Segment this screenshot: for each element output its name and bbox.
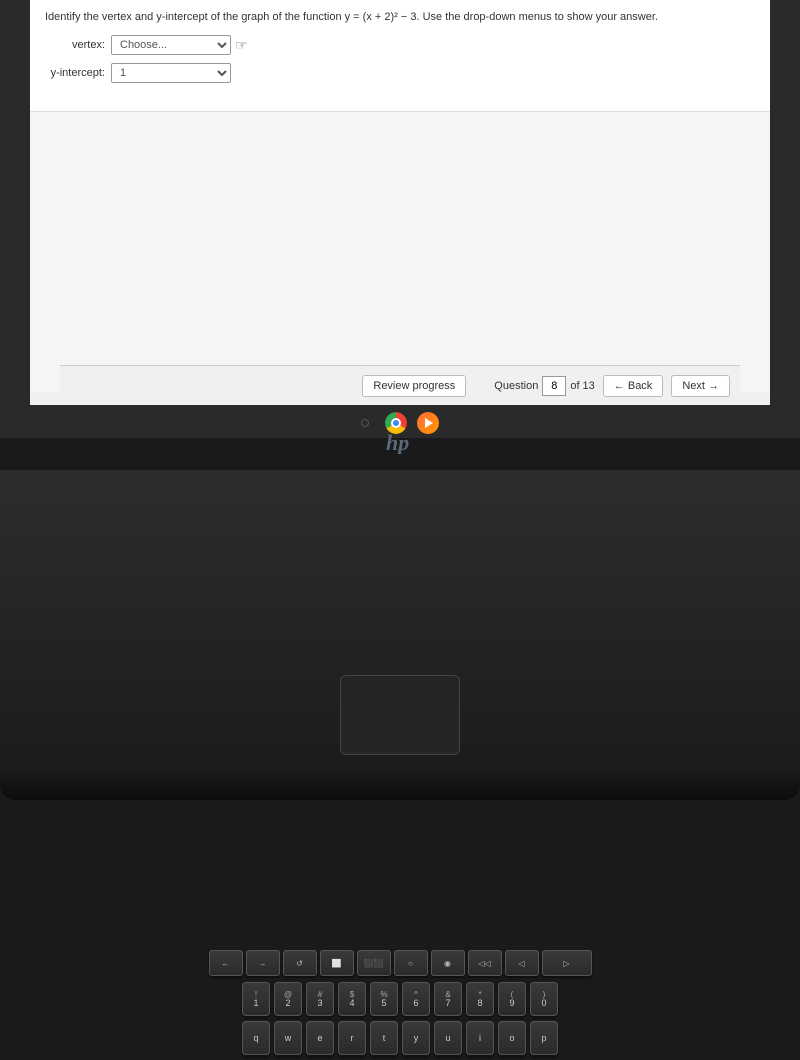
question-counter: Question of 13 bbox=[494, 376, 595, 396]
hp-logo: hp bbox=[382, 430, 418, 459]
laptop-bottom bbox=[0, 770, 800, 800]
yintercept-row: y-intercept: 1 -3 3 -1 bbox=[45, 63, 755, 83]
key-q[interactable]: q bbox=[242, 1021, 270, 1055]
key-9[interactable]: ( 9 bbox=[498, 982, 526, 1016]
svg-text:hp: hp bbox=[386, 430, 409, 454]
number-row: ! 1 @ 2 # 3 $ 4 % 5 ^ 6 bbox=[50, 982, 750, 1016]
key-u[interactable]: u bbox=[434, 1021, 462, 1055]
yintercept-select[interactable]: 1 -3 3 -1 bbox=[111, 63, 231, 83]
fn-row: ← → ↺ ⬜ ⬛⬛ ○ ◉ ◁◁ ◁ ▷ bbox=[50, 950, 750, 976]
nav-bar: Review progress Question of 13 ← Back Ne… bbox=[60, 365, 740, 405]
brightness-down-key[interactable]: ○ bbox=[394, 950, 428, 976]
question-label: Question bbox=[494, 380, 538, 392]
key-7[interactable]: & 7 bbox=[434, 982, 462, 1016]
review-progress-button[interactable]: Review progress bbox=[362, 375, 466, 397]
chin-circle bbox=[361, 419, 369, 427]
brightness-up-key[interactable]: ◉ bbox=[431, 950, 465, 976]
key-i[interactable]: i bbox=[466, 1021, 494, 1055]
content-area bbox=[30, 112, 770, 392]
key-t[interactable]: t bbox=[370, 1021, 398, 1055]
question-number-input[interactable] bbox=[542, 376, 566, 396]
qwerty-row: q w e r t y u i o p bbox=[50, 1021, 750, 1055]
key-r[interactable]: r bbox=[338, 1021, 366, 1055]
play-triangle-icon bbox=[425, 418, 433, 428]
key-0[interactable]: ) 0 bbox=[530, 982, 558, 1016]
key-1[interactable]: ! 1 bbox=[242, 982, 270, 1016]
cursor-icon: ☞ bbox=[235, 37, 248, 54]
refresh-key[interactable]: ↺ bbox=[283, 950, 317, 976]
back-button[interactable]: ← Back bbox=[603, 375, 664, 397]
touchpad[interactable] bbox=[340, 675, 460, 755]
key-e[interactable]: e bbox=[306, 1021, 334, 1055]
chrome-inner bbox=[391, 418, 401, 428]
keyboard: ← → ↺ ⬜ ⬛⬛ ○ ◉ ◁◁ ◁ ▷ ! 1 @ 2 # 3 bbox=[50, 950, 750, 1060]
vertex-row: vertex: Choose... (-2, -3) (2, -3) (-2, … bbox=[45, 35, 755, 55]
key-y[interactable]: y bbox=[402, 1021, 430, 1055]
play-icon[interactable] bbox=[417, 412, 439, 434]
laptop-screen: Identify the vertex and y-intercept of t… bbox=[0, 0, 800, 420]
screen-content: Identify the vertex and y-intercept of t… bbox=[30, 0, 770, 405]
back-key[interactable]: ← bbox=[209, 950, 243, 976]
vol-up-key[interactable]: ▷ bbox=[542, 950, 592, 976]
forward-key[interactable]: → bbox=[246, 950, 280, 976]
overview-key[interactable]: ⬛⬛ bbox=[357, 950, 391, 976]
question-area: Identify the vertex and y-intercept of t… bbox=[30, 0, 770, 112]
question-text: Identify the vertex and y-intercept of t… bbox=[45, 10, 755, 25]
next-button[interactable]: Next → bbox=[671, 375, 730, 397]
key-6[interactable]: ^ 6 bbox=[402, 982, 430, 1016]
key-3[interactable]: # 3 bbox=[306, 982, 334, 1016]
key-o[interactable]: o bbox=[498, 1021, 526, 1055]
vol-mute-key[interactable]: ◁◁ bbox=[468, 950, 502, 976]
yintercept-label: y-intercept: bbox=[45, 67, 105, 79]
key-5[interactable]: % 5 bbox=[370, 982, 398, 1016]
key-8[interactable]: * 8 bbox=[466, 982, 494, 1016]
key-2[interactable]: @ 2 bbox=[274, 982, 302, 1016]
key-p[interactable]: p bbox=[530, 1021, 558, 1055]
vertex-select[interactable]: Choose... (-2, -3) (2, -3) (-2, 3) (2, 3… bbox=[111, 35, 231, 55]
fullscreen-key[interactable]: ⬜ bbox=[320, 950, 354, 976]
question-of: of 13 bbox=[570, 380, 594, 392]
key-4[interactable]: $ 4 bbox=[338, 982, 366, 1016]
vol-down-key[interactable]: ◁ bbox=[505, 950, 539, 976]
vertex-label: vertex: bbox=[45, 39, 105, 51]
key-w[interactable]: w bbox=[274, 1021, 302, 1055]
